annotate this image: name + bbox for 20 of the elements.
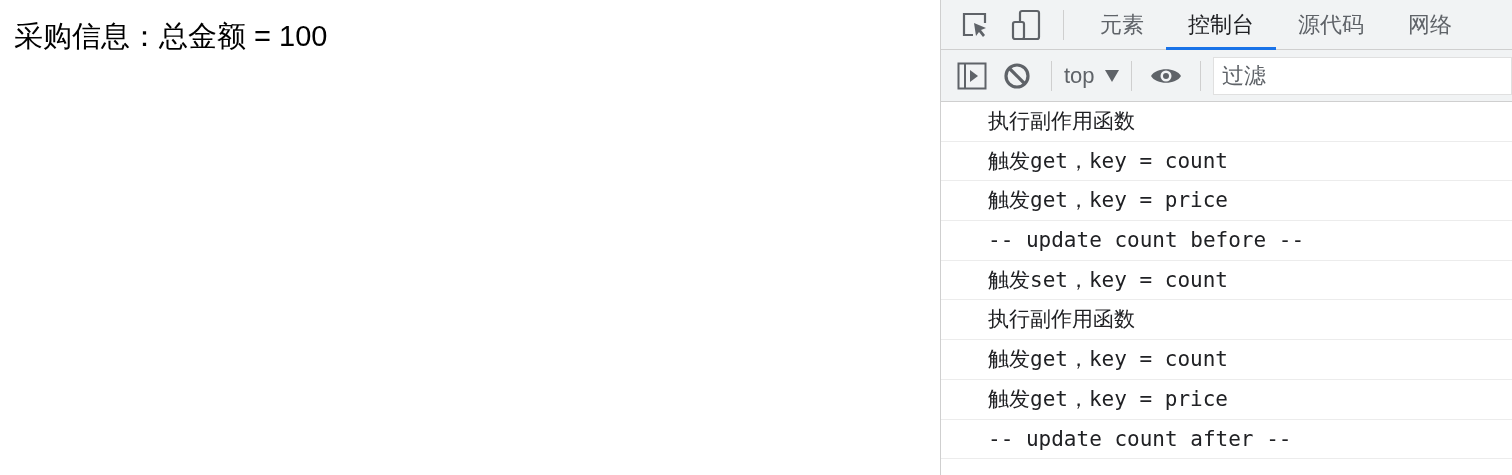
console-message: 触发set，key = count [941,260,1512,301]
device-icon[interactable] [1011,8,1041,41]
console-message: 执行副作用函数 [941,300,1512,341]
console-message: 执行副作用函数 [941,102,1512,142]
devtools-tab[interactable]: 源代码 [1276,0,1386,50]
console-message: 触发get，key = count [941,340,1512,380]
devtools-tab[interactable]: 元素 [1078,0,1166,50]
console-message: 触发get，key = count [941,141,1512,182]
devtools-tab[interactable]: 网络 [1386,0,1474,50]
console-message: -- update count before -- [941,221,1512,261]
sidebar-toggle-icon[interactable] [957,61,987,90]
console-message: -- update count after -- [941,419,1512,460]
context-dropdown[interactable]: top [1064,59,1119,92]
console-message: 触发get，key = price [941,181,1512,222]
inspect-icon[interactable] [961,10,989,39]
filter-field[interactable]: 过滤 [1212,56,1512,95]
page-text: 采购信息：总金额 = 100 [14,19,329,54]
console-message: 触发get，key = price [941,379,1512,420]
clear-icon[interactable] [1003,61,1031,90]
dropdown-caret-icon [1104,69,1119,82]
